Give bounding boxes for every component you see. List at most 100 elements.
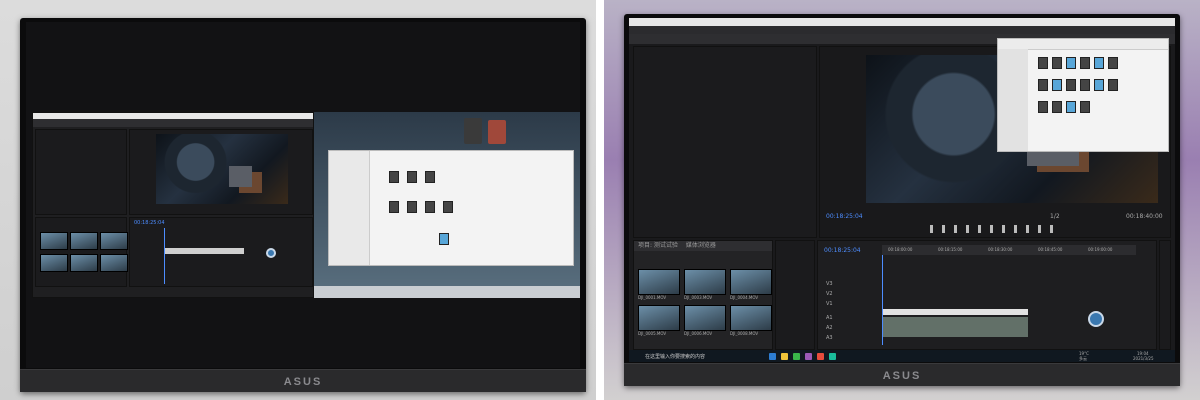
ruler-label: 00:19:00:00 [1088, 247, 1113, 252]
program-fit-select[interactable]: 1/2 [1050, 213, 1060, 220]
asus-logo: ASUS [882, 370, 922, 382]
tab-media-browser[interactable]: 媒体浏览器 [686, 242, 716, 249]
ruler-label: 00:18:45:00 [1038, 247, 1063, 252]
right-monitor-chin: ASUS [624, 363, 1180, 386]
program-video-frame [156, 134, 288, 204]
clip-name: DJI_0008.MOV [730, 331, 759, 336]
app-icon[interactable] [769, 353, 776, 360]
right-monitor: 00:18:25:04 1/2 00:18:40:00 项目: 测试试验 媒体浏… [624, 14, 1180, 386]
track-label: A2 [826, 325, 833, 331]
left-monitor: 00:18:25:04 ASUS [20, 18, 586, 392]
program-monitor [129, 129, 313, 215]
file-icon[interactable] [425, 201, 435, 213]
premiere-window-left: 00:18:25:04 [32, 112, 314, 298]
clip-thumb[interactable] [730, 269, 772, 295]
taskbar-left [314, 286, 580, 298]
clip-thumb[interactable] [730, 305, 772, 331]
premiere-workspace-bar [33, 119, 313, 127]
clip-thumb[interactable] [70, 232, 98, 250]
file-icon[interactable] [1094, 57, 1104, 69]
track-label: V3 [826, 281, 833, 287]
file-icon[interactable] [1038, 57, 1048, 69]
app-icon[interactable] [829, 353, 836, 360]
tools-panel [775, 240, 815, 350]
file-icon[interactable] [1080, 57, 1090, 69]
file-explorer-window [997, 38, 1169, 152]
audio-keyframe-marker[interactable] [266, 248, 276, 258]
clip-thumb[interactable] [100, 254, 128, 272]
transport-controls[interactable] [930, 225, 1060, 233]
window-title-bar [629, 18, 1175, 26]
timeline-clip[interactable] [164, 248, 244, 254]
program-duration: 00:18:40:00 [1126, 213, 1163, 220]
file-explorer-window [328, 150, 574, 266]
track-label: V2 [826, 291, 833, 297]
search-input[interactable]: 在这里输入你要搜索的内容 [645, 353, 735, 360]
left-monitor-chin: ASUS [20, 369, 586, 392]
clip-thumb[interactable] [684, 269, 726, 295]
clip-name: DJI_0005.MOV [638, 331, 667, 336]
clip-name: DJI_0004.MOV [730, 295, 759, 300]
windows-taskbar: 在这里输入你要搜索的内容 19°C 多云 19:04 2021/3/25 [629, 350, 1175, 362]
file-icon[interactable] [1052, 79, 1062, 91]
project-panel [35, 217, 128, 287]
audio-meters [1159, 240, 1171, 350]
folder-icon[interactable] [439, 233, 449, 245]
app-icon[interactable] [781, 353, 788, 360]
playhead[interactable] [164, 228, 165, 284]
clip-thumb[interactable] [684, 305, 726, 331]
timeline-panel: 00:18:25:04 [129, 217, 313, 287]
file-icon[interactable] [443, 201, 453, 213]
app-icon[interactable] [793, 353, 800, 360]
left-screen: 00:18:25:04 [26, 22, 580, 368]
track-label: V1 [826, 301, 833, 307]
timeline-timecode: 00:18:25:04 [134, 220, 165, 226]
file-icon[interactable] [1080, 101, 1090, 113]
file-icon[interactable] [389, 171, 399, 183]
playhead[interactable] [882, 255, 883, 345]
file-icon[interactable] [1052, 57, 1062, 69]
ruler-label: 00:18:30:00 [988, 247, 1013, 252]
file-icon[interactable] [1066, 79, 1076, 91]
left-photo: 00:18:25:04 ASUS [0, 0, 596, 400]
clip-thumb[interactable] [70, 254, 98, 272]
audio-keyframe-marker[interactable] [1088, 311, 1104, 327]
clip-thumb[interactable] [638, 269, 680, 295]
file-icon[interactable] [1094, 79, 1104, 91]
audio-clip[interactable] [882, 317, 1028, 337]
app-icon[interactable] [805, 353, 812, 360]
file-icon[interactable] [1052, 101, 1062, 113]
ruler-label: 00:18:15:00 [938, 247, 963, 252]
file-icon[interactable] [1080, 79, 1090, 91]
right-screen: 00:18:25:04 1/2 00:18:40:00 项目: 测试试验 媒体浏… [629, 18, 1175, 362]
ruler-label: 00:18:00:00 [888, 247, 913, 252]
file-icon[interactable] [1066, 57, 1076, 69]
photo-divider [596, 0, 604, 400]
source-panel [35, 129, 127, 215]
file-icon[interactable] [389, 201, 399, 213]
file-icon[interactable] [1038, 101, 1048, 113]
tray-date: 2021/3/25 [1133, 356, 1154, 361]
file-icon[interactable] [1038, 79, 1048, 91]
file-icon[interactable] [1066, 101, 1076, 113]
file-icon[interactable] [407, 201, 417, 213]
clip-thumb[interactable] [40, 232, 68, 250]
file-icon[interactable] [1108, 57, 1118, 69]
source-panel [633, 46, 817, 238]
clip-thumb[interactable] [638, 305, 680, 331]
tab-project[interactable]: 项目: 测试试验 [638, 242, 678, 249]
app-icon[interactable] [817, 353, 824, 360]
file-icon[interactable] [425, 171, 435, 183]
file-icon[interactable] [407, 171, 417, 183]
clip-thumb[interactable] [100, 232, 128, 250]
timeline-panel: 00:18:25:04 00:18:00:00 00:18:15:00 00:1… [817, 240, 1157, 350]
asus-logo: ASUS [283, 376, 323, 388]
track-label: A1 [826, 315, 833, 321]
tray-weather: 多云 [1079, 356, 1087, 361]
project-panel: 项目: 测试试验 媒体浏览器 DJI_0001.MOV DJI_0003.MOV… [633, 240, 773, 350]
clip-name: DJI_0001.MOV [638, 295, 667, 300]
timeline-clip[interactable] [882, 309, 1028, 315]
clip-thumb[interactable] [40, 254, 68, 272]
file-icon[interactable] [1108, 79, 1118, 91]
right-photo: 00:18:25:04 1/2 00:18:40:00 项目: 测试试验 媒体浏… [604, 0, 1200, 400]
